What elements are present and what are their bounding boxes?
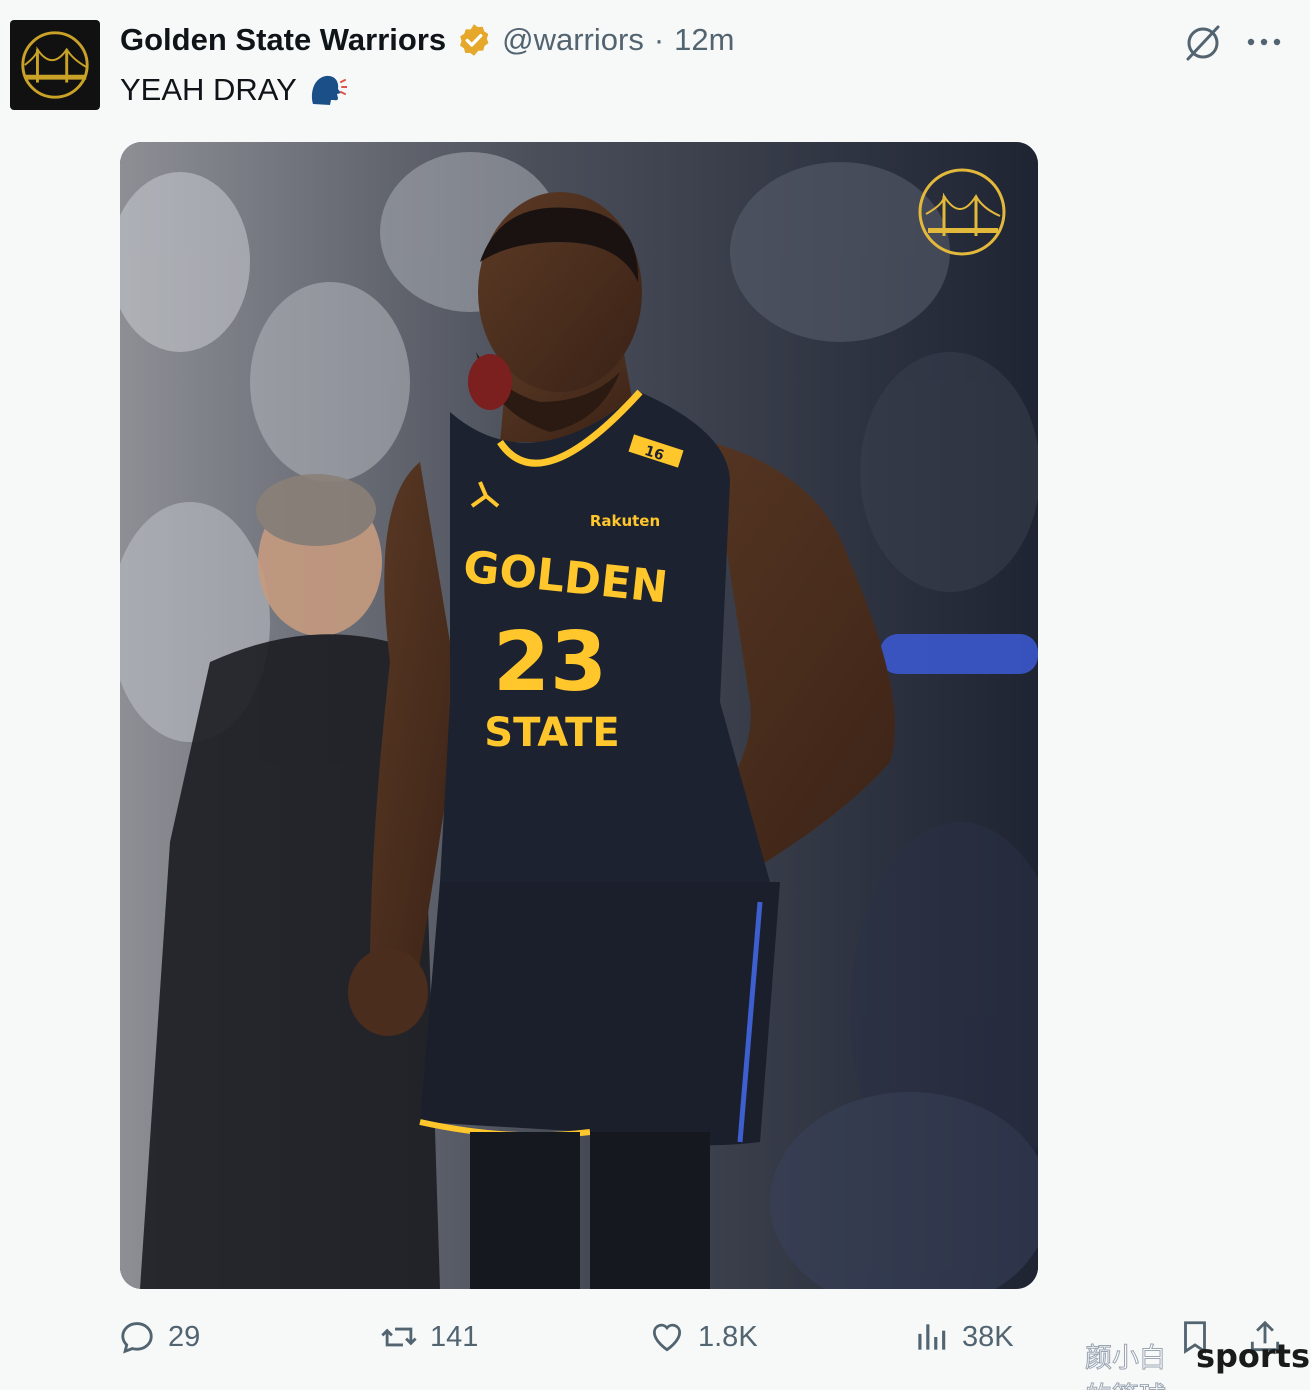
share-icon: [1250, 1320, 1280, 1352]
verified-badge-icon[interactable]: [456, 22, 492, 58]
handle[interactable]: @warriors: [502, 22, 644, 58]
reply-button[interactable]: 29: [118, 1318, 200, 1356]
bookmark-icon: [1184, 1321, 1206, 1354]
player-photo: 16 Rakuten GOLDEN 23 STATE: [120, 142, 1038, 1289]
display-name[interactable]: Golden State Warriors: [120, 22, 446, 58]
bookmark-button[interactable]: [1176, 1318, 1214, 1356]
views-chart-icon: [918, 1324, 946, 1350]
tweet-text: YEAH DRAY: [120, 70, 347, 110]
like-count: 1.8K: [698, 1320, 758, 1353]
grok-icon[interactable]: [1182, 22, 1224, 64]
warriors-logo-icon: [21, 31, 89, 99]
speaking-head-icon: [311, 75, 347, 105]
tweet-actions: 29 141 1.8K 38K: [118, 1318, 1298, 1368]
repost-button[interactable]: 141: [380, 1318, 478, 1356]
jersey-number: 23: [493, 615, 607, 710]
like-button[interactable]: 1.8K: [648, 1318, 758, 1356]
tweet-body: YEAH DRAY: [120, 72, 297, 107]
tweet-photo[interactable]: 16 Rakuten GOLDEN 23 STATE: [120, 142, 1038, 1289]
jersey-sponsor: Rakuten: [590, 512, 660, 530]
tweet-header: Golden State Warriors @warriors · 12m: [120, 22, 734, 58]
repost-count: 141: [430, 1320, 479, 1353]
separator-dot: ·: [653, 22, 665, 57]
timestamp[interactable]: 12m: [674, 22, 734, 58]
jersey-wordmark-bottom: STATE: [484, 710, 619, 756]
repost-icon: [381, 1327, 417, 1347]
more-options-icon[interactable]: [1244, 28, 1284, 56]
reply-icon: [121, 1322, 153, 1354]
views-button[interactable]: 38K: [912, 1318, 1014, 1356]
reply-count: 29: [168, 1320, 201, 1353]
avatar[interactable]: [10, 20, 100, 110]
heart-icon: [652, 1323, 682, 1352]
share-button[interactable]: [1246, 1318, 1284, 1356]
tweet-card[interactable]: Golden State Warriors @warriors · 12m YE…: [0, 0, 1310, 1390]
view-count: 38K: [962, 1320, 1014, 1353]
